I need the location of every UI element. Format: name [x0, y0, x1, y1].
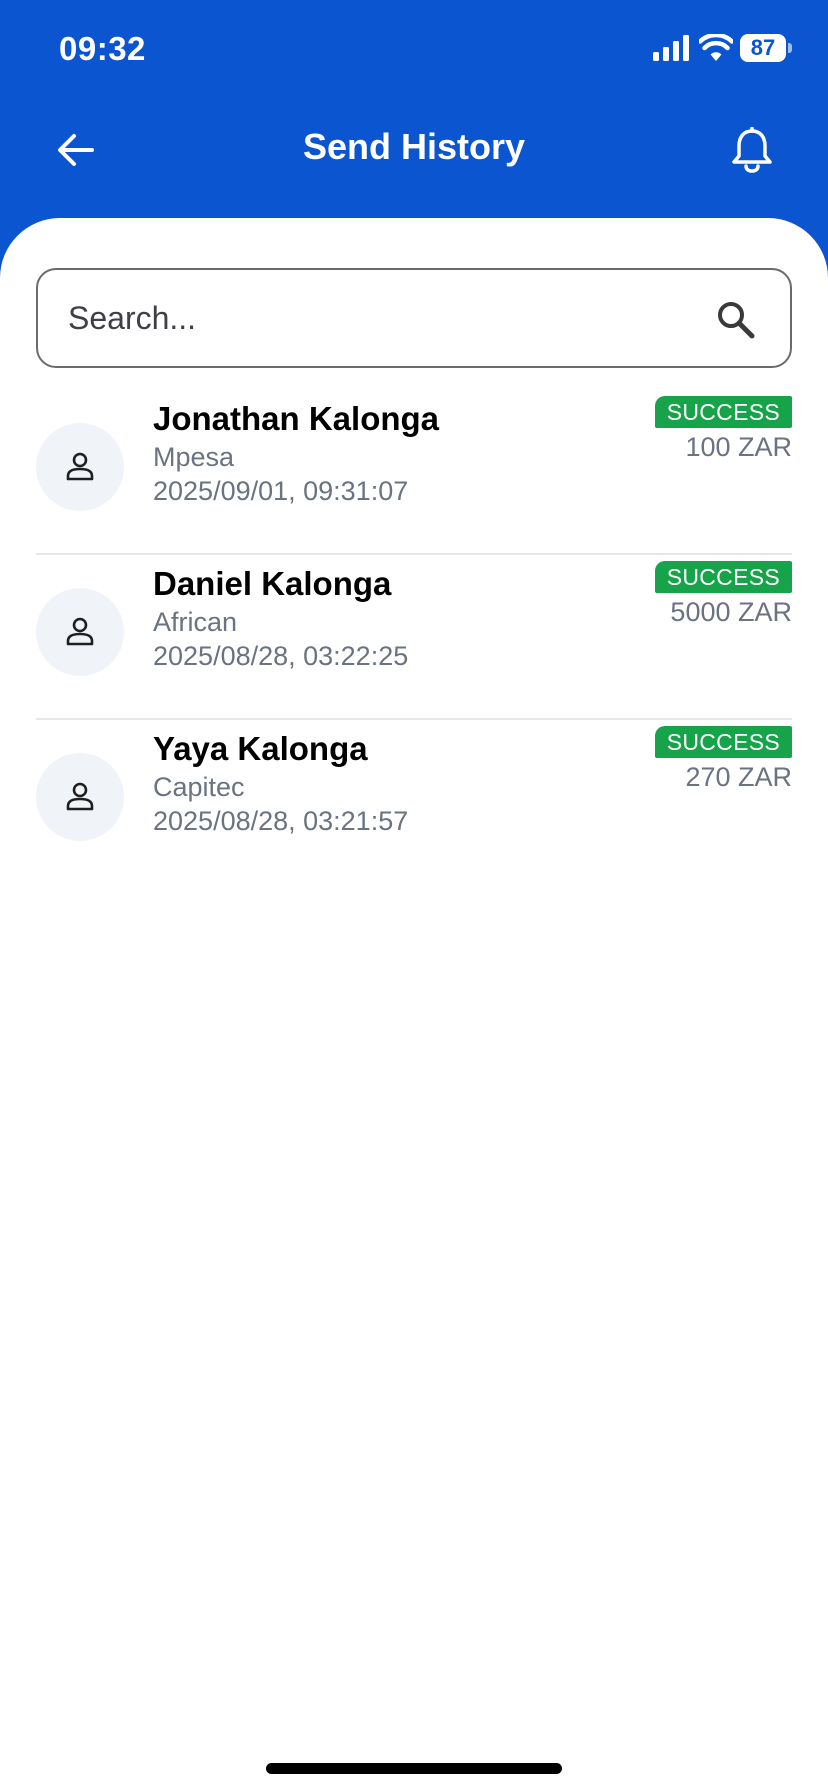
- payment-method: Capitec: [153, 772, 245, 802]
- transaction-list: Jonathan Kalonga Mpesa 2025/09/01, 09:31…: [36, 390, 792, 885]
- bell-icon: [732, 127, 772, 173]
- cellular-signal-icon: [653, 35, 689, 61]
- transaction-date: 2025/08/28, 03:21:57: [153, 806, 409, 836]
- transaction-row[interactable]: Yaya Kalonga Capitec 2025/08/28, 03:21:5…: [36, 720, 792, 885]
- nav-bar: Send History: [0, 110, 828, 190]
- search-input[interactable]: [68, 270, 708, 366]
- search-icon[interactable]: [714, 298, 758, 342]
- status-time: 09:32: [59, 30, 146, 67]
- person-icon: [66, 782, 94, 811]
- status-badge: SUCCESS: [654, 561, 792, 593]
- battery-cap: [788, 43, 792, 53]
- recipient-name: Daniel Kalonga: [153, 565, 392, 602]
- home-indicator[interactable]: [266, 1763, 562, 1774]
- wifi-icon: [699, 34, 733, 61]
- avatar: [36, 753, 124, 841]
- recipient-name: Jonathan Kalonga: [153, 400, 440, 437]
- person-icon: [66, 452, 94, 481]
- payment-method: Mpesa: [153, 442, 235, 472]
- status-bar: 09:32 87: [0, 0, 828, 100]
- transaction-amount: 270 ZAR: [685, 762, 792, 792]
- transaction-row[interactable]: Daniel Kalonga African 2025/08/28, 03:22…: [36, 555, 792, 720]
- transaction-date: 2025/09/01, 09:31:07: [153, 476, 409, 506]
- transaction-amount: 100 ZAR: [685, 432, 792, 462]
- notifications-button[interactable]: [720, 118, 784, 182]
- send-history-screen: 09:32 87 Send History Search... Jonathan…: [0, 0, 828, 1792]
- payment-method: African: [153, 607, 238, 637]
- content-sheet: Jonathan Kalonga Mpesa 2025/09/01, 09:31…: [0, 218, 828, 1792]
- transaction-amount: 5000 ZAR: [670, 597, 792, 627]
- page-title: Send History: [302, 126, 526, 167]
- avatar: [36, 588, 124, 676]
- person-icon: [66, 617, 94, 646]
- transaction-row[interactable]: Jonathan Kalonga Mpesa 2025/09/01, 09:31…: [36, 390, 792, 555]
- recipient-name: Yaya Kalonga: [153, 730, 368, 767]
- search-box[interactable]: [36, 268, 792, 368]
- battery-level: 87: [740, 34, 786, 62]
- status-badge: SUCCESS: [654, 396, 792, 428]
- avatar: [36, 423, 124, 511]
- status-badge: SUCCESS: [654, 726, 792, 758]
- battery-indicator: 87: [740, 34, 792, 62]
- transaction-date: 2025/08/28, 03:22:25: [153, 641, 409, 671]
